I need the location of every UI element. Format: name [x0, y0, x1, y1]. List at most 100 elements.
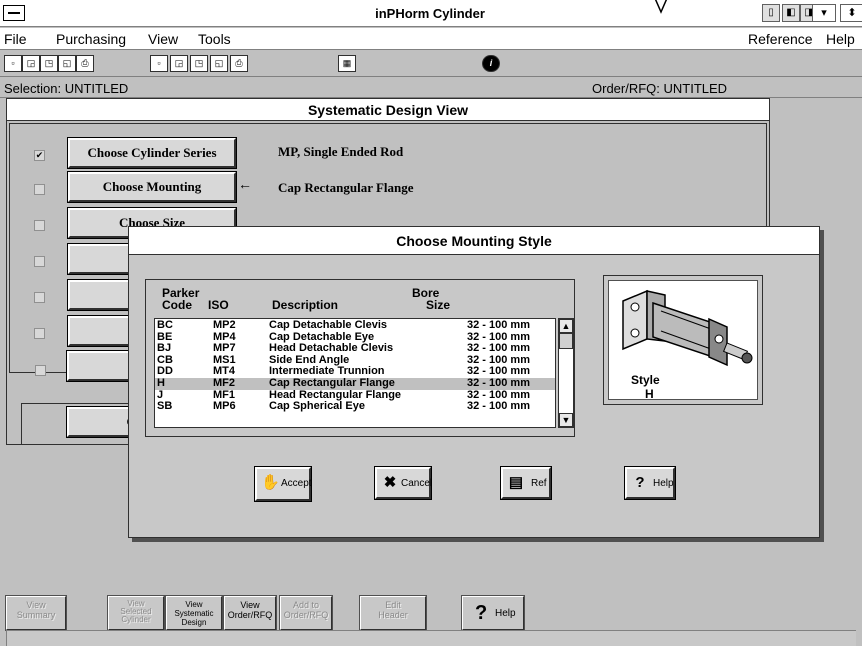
copy-order-icon[interactable]: ◳	[190, 55, 208, 72]
menu-reference[interactable]: Reference	[748, 31, 813, 47]
list-item[interactable]: SB MP6 Cap Spherical Eye 32 - 100 mm	[155, 401, 555, 413]
mounting-preview: Style H	[603, 275, 763, 405]
order-status: Order/RFQ: UNTITLED	[592, 81, 728, 96]
preview-image-frame: Style H	[608, 280, 758, 401]
style-label: Style	[631, 373, 660, 387]
print-order-icon[interactable]: ⎙	[230, 55, 248, 72]
current-step-arrow-icon: ←	[238, 176, 252, 192]
cell-size: 32 - 100 mm	[467, 330, 530, 343]
cell-code: BC	[157, 319, 173, 331]
cell-size: 32 - 100 mm	[467, 388, 530, 401]
cell-code: H	[157, 377, 165, 389]
paste-order-icon[interactable]: ◱	[210, 55, 228, 72]
menu-view[interactable]: View	[148, 31, 178, 47]
mounting-listbox[interactable]: BC MP2 Cap Detachable Clevis 32 - 100 mm BE M…	[154, 318, 556, 428]
new-doc-icon[interactable]: ▫	[4, 55, 22, 72]
title-bar: inPHorm Cylinder ▯ ◧ ◨ ▾ ⬍	[0, 0, 862, 27]
help-question-icon: ?	[635, 474, 645, 491]
accept-button[interactable]: ✋ Accept	[254, 466, 312, 502]
cell-code: SB	[157, 400, 173, 413]
app-tool-icon-1[interactable]: ▯	[762, 4, 780, 22]
step-checkbox-6[interactable]	[34, 328, 45, 339]
cell-code: BE	[157, 330, 173, 343]
system-menu-icon[interactable]	[3, 5, 25, 21]
cell-code: J	[157, 388, 164, 401]
menu-tools[interactable]: Tools	[198, 31, 231, 47]
style-value: H	[645, 387, 654, 401]
menu-bar: File Purchasing View Tools Reference Hel…	[0, 28, 862, 50]
view-selected-cylinder-button[interactable]: View Selected Cylinder	[107, 595, 165, 631]
choose-cylinder-series-button[interactable]: Choose Cylinder Series	[67, 137, 237, 169]
series-value: MP, Single Ended Rod	[278, 144, 404, 159]
selection-status-row: Selection: UNTITLED Order/RFQ: UNTITLED	[0, 78, 862, 98]
status-line	[6, 630, 856, 646]
new-order-icon[interactable]: ▫	[150, 55, 168, 72]
cell-iso: MP4	[213, 330, 236, 343]
calculator-icon[interactable]: ▦	[338, 55, 356, 72]
step-checkbox-4[interactable]	[34, 256, 45, 267]
view-summary-button[interactable]: View Summary	[5, 595, 67, 631]
list-scrollbar[interactable]: ▲ ▼	[558, 318, 574, 428]
cell-description: Cap Spherical Eye	[269, 400, 365, 413]
app-tool-icon-2[interactable]: ◧	[782, 4, 800, 22]
paste-doc-icon[interactable]: ◱	[58, 55, 76, 72]
step-checkbox-series[interactable]: ✔	[34, 150, 45, 161]
cell-size: 32 - 100 mm	[467, 400, 530, 413]
minimize-icon[interactable]: ▾	[812, 4, 836, 22]
cell-description: Cap Rectangular Flange	[269, 377, 395, 389]
cell-size: 32 - 100 mm	[467, 342, 530, 355]
bottom-help-button[interactable]: ? Help	[461, 595, 525, 631]
view-systematic-design-button[interactable]: View Systematic Design	[165, 595, 223, 631]
cell-size: 32 - 100 mm	[467, 353, 530, 366]
list-item[interactable]: BC MP2 Cap Detachable Clevis 32 - 100 mm	[155, 320, 555, 332]
cell-description: Intermediate Trunnion	[269, 365, 385, 378]
cell-code: CB	[157, 353, 173, 366]
menu-file[interactable]: File	[4, 31, 27, 47]
menu-help[interactable]: Help	[826, 31, 855, 47]
copy-doc-icon[interactable]: ◳	[40, 55, 58, 72]
cell-size: 32 - 100 mm	[467, 365, 530, 378]
cell-iso: MS1	[213, 353, 236, 366]
mouse-pointer-icon	[654, 0, 668, 14]
accept-hand-icon: ✋	[261, 474, 280, 491]
cell-description: Head Rectangular Flange	[269, 388, 402, 401]
col-code: Code	[162, 298, 192, 312]
menu-purchasing[interactable]: Purchasing	[56, 31, 126, 47]
edit-header-button[interactable]: Edit Header	[359, 595, 427, 631]
print-icon[interactable]: ⎙	[76, 55, 94, 72]
col-description: Description	[272, 298, 339, 312]
list-item[interactable]: BJ MP7 Head Detachable Clevis 32 - 100 mm	[155, 343, 555, 355]
selection-status: Selection: UNTITLED	[4, 81, 129, 96]
window-title: inPHorm Cylinder	[375, 6, 485, 21]
panel-header: Systematic Design View	[7, 99, 769, 121]
step-checkbox-size[interactable]	[34, 220, 45, 231]
view-order-rfq-button[interactable]: View Order/RFQ	[223, 595, 277, 631]
list-item[interactable]: H MF2 Cap Rectangular Flange 32 - 100 mm	[155, 378, 555, 390]
help-button[interactable]: ? Help	[624, 466, 676, 500]
choose-mounting-style-dialog: Choose Mounting Style Parker Code ISO De…	[128, 226, 820, 538]
cell-iso: MP6	[213, 400, 236, 413]
scroll-down-icon[interactable]: ▼	[559, 413, 573, 427]
toolbar: ▫ ◲ ◳ ◱ ⎙ ▫ ◲ ◳ ◱ ⎙ ▦ i	[0, 51, 862, 77]
step-checkbox-7b[interactable]	[35, 365, 46, 376]
cell-code: BJ	[157, 342, 172, 355]
cell-iso: MT4	[213, 365, 235, 378]
info-icon[interactable]: i	[482, 55, 500, 72]
maximize-icon[interactable]: ⬍	[840, 4, 862, 22]
add-to-order-button[interactable]: Add to Order/RFQ	[279, 595, 333, 631]
open-order-icon[interactable]: ◲	[170, 55, 188, 72]
ref-button[interactable]: ▤ Ref	[500, 466, 552, 500]
open-doc-icon[interactable]: ◲	[22, 55, 40, 72]
col-size: Size	[426, 298, 451, 312]
cell-code: DD	[157, 365, 173, 378]
cell-iso: MP2	[213, 319, 236, 331]
cell-description: Cap Detachable Eye	[269, 330, 375, 343]
cancel-button[interactable]: ✖ Cancel	[374, 466, 432, 500]
list-header: Parker Code ISO Description Bore Size	[150, 284, 570, 318]
cell-size: 32 - 100 mm	[467, 319, 530, 331]
choose-mounting-button[interactable]: Choose Mounting	[67, 171, 237, 203]
step-checkbox-mounting[interactable]	[34, 184, 45, 195]
scroll-up-icon[interactable]: ▲	[559, 319, 573, 333]
step-checkbox-5[interactable]	[34, 292, 45, 303]
scroll-thumb[interactable]	[559, 333, 573, 349]
